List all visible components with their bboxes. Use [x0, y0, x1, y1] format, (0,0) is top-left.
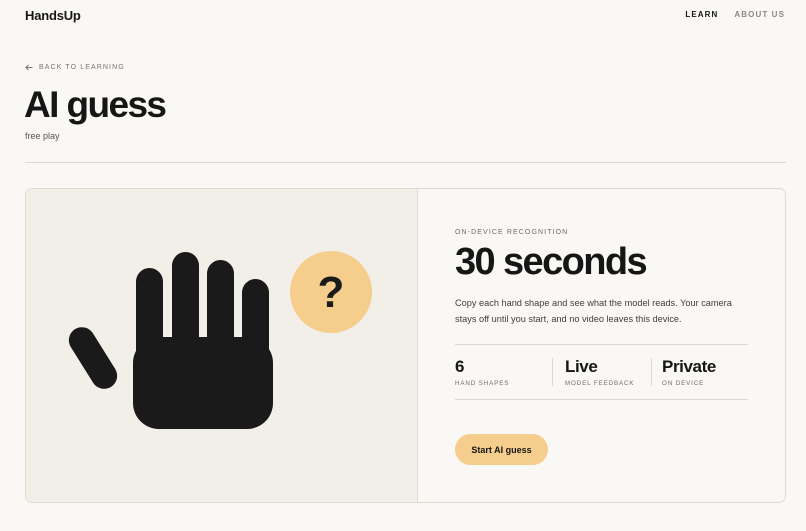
back-link-label: BACK TO LEARNING: [39, 64, 125, 71]
stat-privacy: Private ON DEVICE: [662, 357, 716, 387]
illustration-panel: ?: [26, 189, 418, 502]
nav-learn[interactable]: LEARN: [685, 10, 718, 19]
stat-value: Private: [662, 357, 716, 376]
description: Copy each hand shape and see what the mo…: [455, 298, 732, 324]
question-mark: ?: [318, 268, 345, 317]
stat-label: MODEL FEEDBACK: [565, 380, 635, 387]
stat-hand-shapes: 6 HAND SHAPES: [455, 357, 509, 387]
headline: 30 seconds: [455, 241, 648, 283]
divider: [25, 162, 786, 163]
page: HandsUp LEARN ABOUT US BACK TO LEARNING …: [0, 0, 806, 531]
stats-row: 6 HAND SHAPES Live MODEL FEEDBACK Privat…: [455, 344, 748, 400]
stat-label: HAND SHAPES: [455, 380, 510, 387]
page-subtitle: free play: [25, 131, 60, 141]
game-card: ? ON-DEVICE RECOGNITION 30 seconds Copy …: [25, 188, 786, 503]
stat-label: ON DEVICE: [662, 380, 705, 387]
top-nav: LEARN ABOUT US: [685, 10, 785, 19]
stat-value: Live: [565, 357, 598, 376]
stat-value: 6: [455, 357, 465, 376]
kicker: ON-DEVICE RECOGNITION: [455, 229, 569, 236]
stat-divider: [651, 358, 652, 386]
stat-divider: [552, 358, 553, 386]
back-link[interactable]: BACK TO LEARNING: [25, 64, 125, 71]
raised-hand-icon: ?: [68, 251, 372, 429]
nav-about-us[interactable]: ABOUT US: [734, 10, 785, 19]
question-badge: ?: [290, 251, 372, 333]
brand-logo[interactable]: HandsUp: [25, 8, 81, 23]
page-title: AI guess: [24, 84, 167, 125]
stat-model-feedback: Live MODEL FEEDBACK: [565, 357, 634, 387]
start-ai-guess-button[interactable]: Start AI guess: [455, 434, 548, 465]
info-panel: ON-DEVICE RECOGNITION 30 seconds Copy ea…: [418, 189, 785, 502]
arrow-left-icon: [25, 64, 33, 71]
